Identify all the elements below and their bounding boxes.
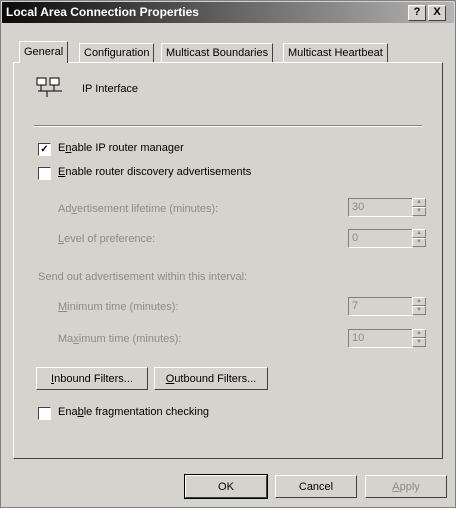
level-of-preference-input[interactable]: 0: [348, 229, 413, 248]
title-bar: Local Area Connection Properties ? X: [2, 2, 454, 23]
enable-ip-router-manager-label[interactable]: Enable IP router manager: [58, 142, 184, 154]
apply-button[interactable]: Apply: [365, 475, 447, 498]
spin-down-icon[interactable]: ▼: [412, 207, 426, 216]
close-button[interactable]: X: [428, 5, 446, 21]
spin-down-icon[interactable]: ▼: [412, 306, 426, 315]
interval-heading: Send out advertisement within this inter…: [38, 271, 248, 283]
inbound-filters-button[interactable]: Inbound Filters...: [36, 367, 148, 390]
interface-type-label: IP Interface: [82, 83, 139, 95]
minimum-time-spinner[interactable]: 7 ▲ ▼: [348, 297, 426, 316]
enable-fragmentation-checkbox[interactable]: [38, 407, 51, 420]
tab-multicast-boundaries[interactable]: Multicast Boundaries: [161, 43, 274, 62]
tab-general[interactable]: General: [19, 41, 69, 63]
general-tab-panel: IP Interface ✓ Enable IP router manager …: [13, 62, 443, 459]
spin-up-icon[interactable]: ▲: [412, 329, 426, 338]
level-of-preference-label: Level of preference:: [58, 233, 156, 245]
tab-multicast-heartbeat[interactable]: Multicast Heartbeat: [283, 43, 388, 62]
ok-button[interactable]: OK: [184, 474, 268, 499]
outbound-filters-button[interactable]: Outbound Filters...: [154, 367, 268, 390]
enable-fragmentation-label[interactable]: Enable fragmentation checking: [58, 406, 209, 418]
spin-up-icon[interactable]: ▲: [412, 297, 426, 306]
enable-ip-router-manager-checkbox[interactable]: ✓: [38, 143, 51, 156]
advertisement-lifetime-input[interactable]: 30: [348, 198, 413, 217]
minimum-time-label: Minimum time (minutes):: [58, 301, 179, 313]
spin-up-icon[interactable]: ▲: [412, 198, 426, 207]
separator: [34, 125, 422, 127]
spin-up-icon[interactable]: ▲: [412, 229, 426, 238]
maximum-time-spinner[interactable]: 10 ▲ ▼: [348, 329, 426, 348]
cancel-button[interactable]: Cancel: [275, 475, 357, 498]
help-button[interactable]: ?: [408, 5, 426, 21]
enable-router-discovery-label[interactable]: Enable router discovery advertisements: [58, 166, 251, 178]
spin-down-icon[interactable]: ▼: [412, 338, 426, 347]
enable-router-discovery-checkbox[interactable]: [38, 167, 51, 180]
tab-configuration[interactable]: Configuration: [79, 43, 155, 62]
spin-down-icon[interactable]: ▼: [412, 238, 426, 247]
advertisement-lifetime-label: Advertisement lifetime (minutes):: [58, 203, 219, 215]
window-title: Local Area Connection Properties: [6, 5, 199, 19]
advertisement-lifetime-spinner[interactable]: 30 ▲ ▼: [348, 198, 426, 217]
properties-dialog: Local Area Connection Properties ? X Gen…: [0, 0, 456, 508]
maximum-time-input[interactable]: 10: [348, 329, 413, 348]
minimum-time-input[interactable]: 7: [348, 297, 413, 316]
level-of-preference-spinner[interactable]: 0 ▲ ▼: [348, 229, 426, 248]
maximum-time-label: Maximum time (minutes):: [58, 333, 182, 345]
network-interface-icon: [36, 77, 62, 97]
